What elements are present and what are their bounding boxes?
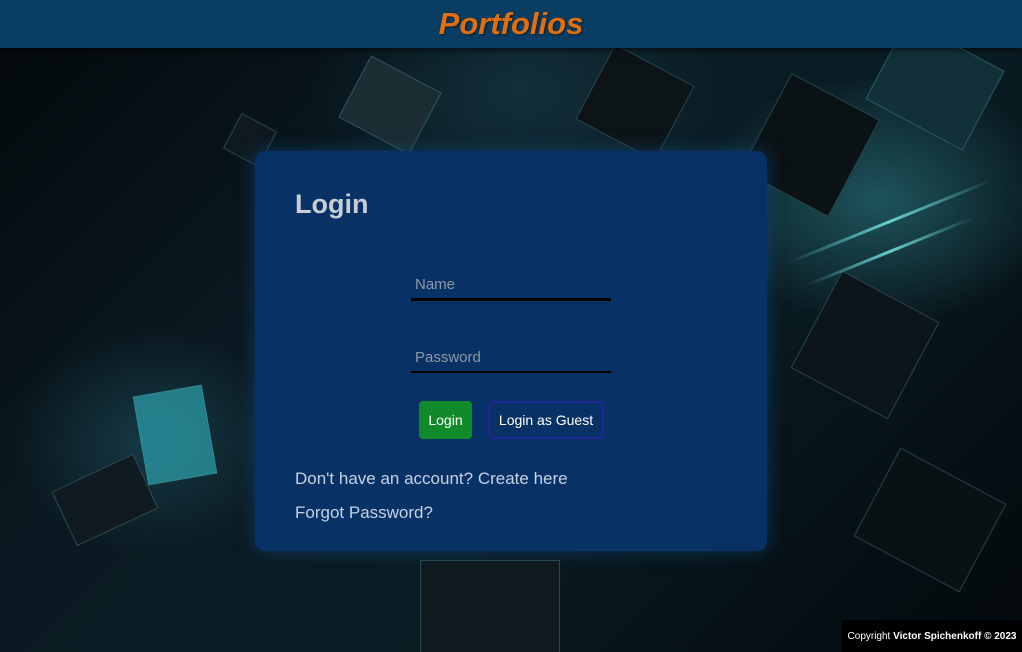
- background-decoration: [805, 216, 975, 287]
- top-header: Portfolios: [0, 0, 1022, 48]
- name-input[interactable]: [411, 271, 611, 301]
- background-decoration: [132, 384, 218, 486]
- background-decoration: [853, 447, 1007, 593]
- login-as-guest-button[interactable]: Login as Guest: [488, 401, 604, 439]
- login-card: Login Login Login as Guest Don't have an…: [255, 151, 767, 551]
- background-decoration: [420, 560, 560, 652]
- login-title: Login: [295, 189, 369, 219]
- copyright-prefix: Copyright: [847, 630, 891, 642]
- forgot-password-link[interactable]: Forgot Password?: [295, 503, 433, 523]
- background-decoration: [575, 43, 695, 162]
- password-input[interactable]: [411, 343, 611, 373]
- background-decoration: [790, 270, 940, 420]
- login-button[interactable]: Login: [419, 401, 472, 439]
- copyright-owner: Victor Spichenkoff © 2023: [893, 630, 1017, 642]
- create-account-link[interactable]: Don't have an account? Create here: [295, 469, 568, 489]
- background-decoration: [51, 453, 159, 547]
- brand-title: Portfolios: [438, 6, 584, 41]
- copyright-footer: Copyright Victor Spichenkoff © 2023: [842, 620, 1022, 652]
- page: Portfolios Login Login Login as Guest Do…: [0, 0, 1022, 652]
- background-decoration: [338, 55, 442, 155]
